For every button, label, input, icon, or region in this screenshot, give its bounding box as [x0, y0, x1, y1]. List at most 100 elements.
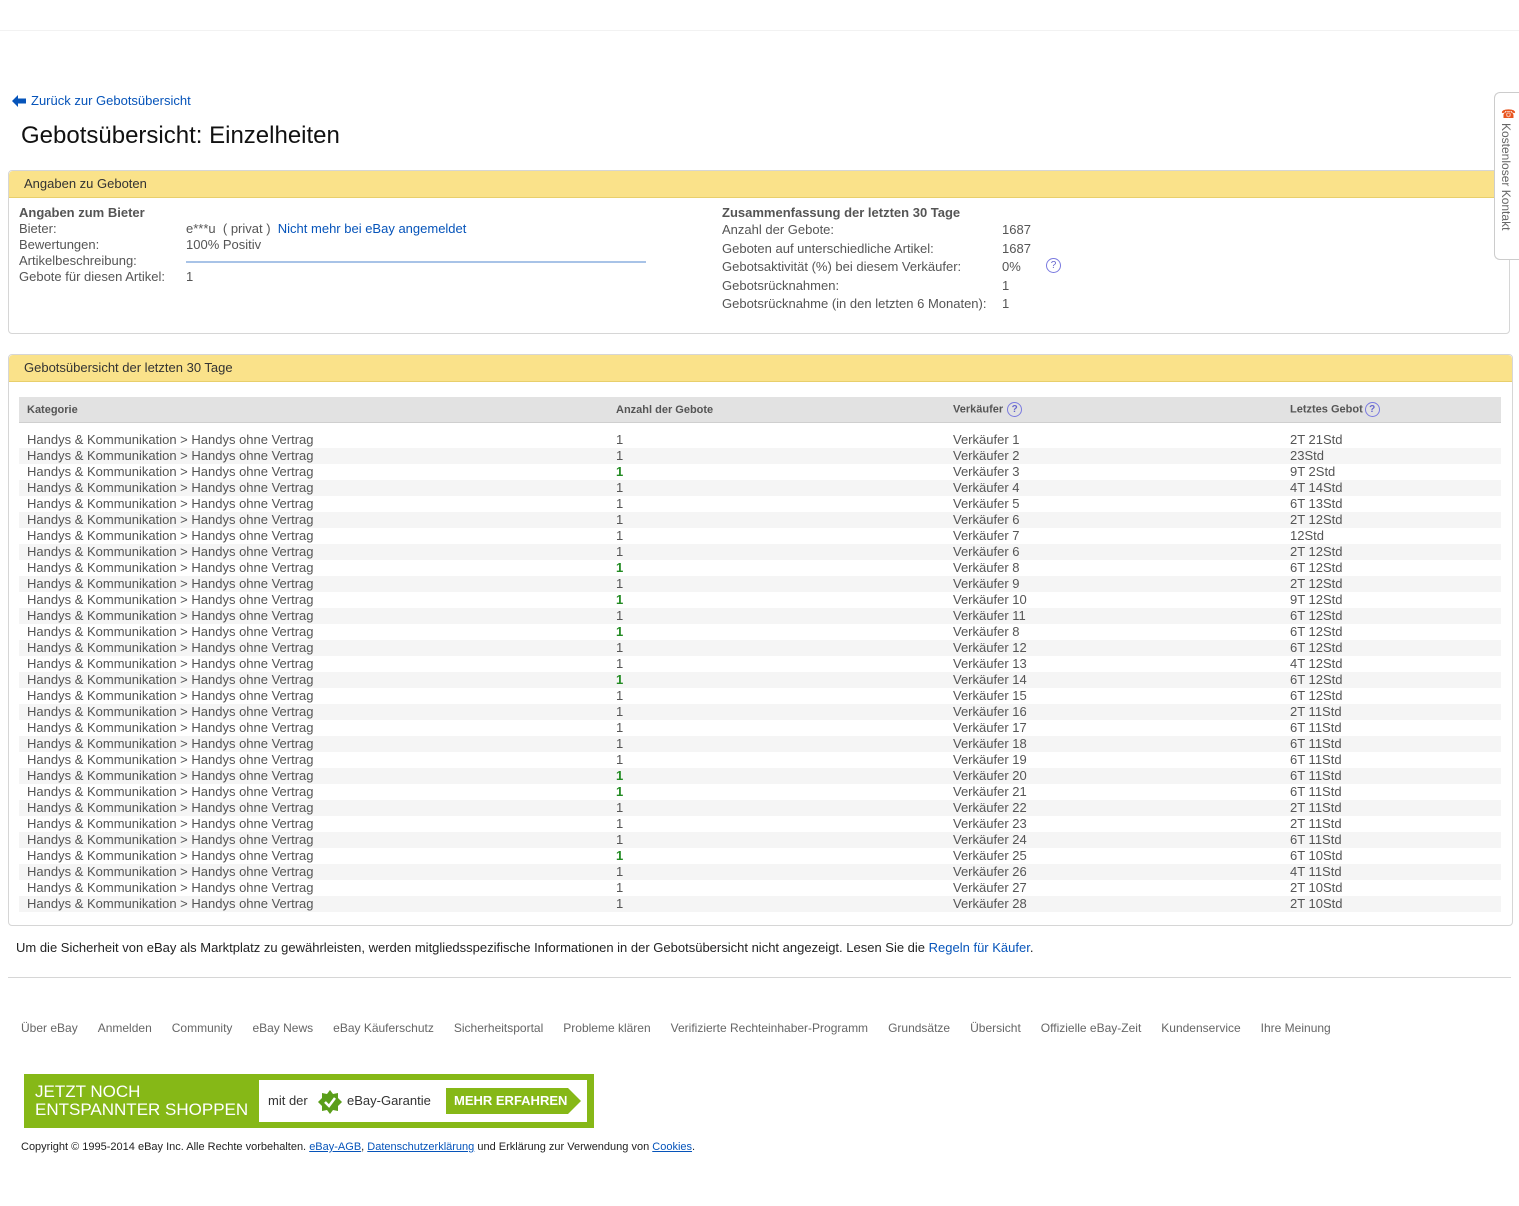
summary-value: 1	[1002, 277, 1010, 293]
seller-cell: Verkäufer 22	[945, 800, 1282, 816]
footer-link[interactable]: Ihre Meinung	[1261, 1021, 1331, 1035]
seller-cell: Verkäufer 8	[953, 624, 1020, 639]
seller-cell: Verkäufer 12	[945, 640, 1282, 656]
table-row: Handys & Kommunikation > Handys ohne Ver…	[19, 528, 1501, 544]
category-cell: Handys & Kommunikation > Handys ohne Ver…	[19, 672, 608, 688]
column-header-seller: Verkäufer?	[945, 397, 1282, 423]
footer-links: Über eBay Anmelden Community eBay News eBay …	[21, 1021, 1351, 1035]
table-row: Handys & Kommunikation > Handys ohne Ver…	[19, 896, 1501, 912]
bidder-status-link[interactable]: Nicht mehr bei eBay angemeldet	[278, 221, 467, 237]
bidder-type: ( privat )	[222, 221, 271, 236]
ebay-guarantee-banner[interactable]: Jetzt noch entspannter shoppen mit der e…	[24, 1074, 594, 1128]
table-row: Handys & Kommunikation > Handys ohne Ver…	[19, 784, 1501, 800]
help-icon[interactable]: ?	[1364, 402, 1380, 417]
seller-cell: Verkäufer 6	[945, 512, 1282, 528]
privacy-link[interactable]: Datenschutzerklärung	[367, 1141, 474, 1153]
footer-link[interactable]: Offizielle eBay-Zeit	[1041, 1021, 1141, 1035]
last-bid-cell: 6T 12Std	[1282, 640, 1501, 656]
bids-cell: 1	[616, 848, 624, 863]
category-cell: Handys & Kommunikation > Handys ohne Ver…	[19, 896, 608, 912]
category-cell: Handys & Kommunikation > Handys ohne Ver…	[19, 544, 608, 560]
table-row: Handys & Kommunikation > Handys ohne Ver…	[19, 880, 1501, 896]
footer-link[interactable]: Verifizierte Rechteinhaber-Programm	[671, 1021, 868, 1035]
seller-cell: Verkäufer 24	[945, 832, 1282, 848]
back-to-overview-link[interactable]: Zurück zur Gebotsübersicht	[12, 93, 191, 108]
item-description-link[interactable]	[186, 253, 646, 263]
seller-cell: Verkäufer 2	[945, 448, 1282, 464]
table-row: Handys & Kommunikation > Handys ohne Ver…	[19, 592, 1501, 608]
bids-cell: 1	[608, 864, 945, 880]
back-link-label[interactable]: Zurück zur Gebotsübersicht	[31, 93, 191, 108]
seller-cell: Verkäufer 27	[953, 880, 1027, 895]
category-cell: Handys & Kommunikation > Handys ohne Ver…	[19, 512, 608, 528]
bids-cell: 1	[608, 800, 945, 816]
footer-link[interactable]: Grundsätze	[888, 1021, 950, 1035]
buyer-rules-link[interactable]: Regeln für Käufer	[929, 940, 1030, 955]
last-bid-cell: 2T 11Std	[1282, 800, 1501, 816]
footer-link[interactable]: eBay Käuferschutz	[333, 1021, 434, 1035]
table-row: Handys & Kommunikation > Handys ohne Ver…	[19, 624, 1501, 640]
table-header-row: Kategorie Anzahl der Gebote Verkäufer? L…	[19, 397, 1501, 423]
category-cell: Handys & Kommunikation > Handys ohne Ver…	[27, 432, 314, 447]
table-row: Handys & Kommunikation > Handys ohne Ver…	[19, 608, 1501, 624]
bids-cell: 1	[616, 432, 624, 447]
seller-cell: Verkäufer 25	[953, 848, 1027, 863]
summary-label: Gebotsrücknahmen:	[722, 277, 840, 293]
free-contact-tab[interactable]: ☎ Kostenloser Kontakt	[1494, 92, 1519, 260]
summary-row: Anzahl der Gebote: 1687	[722, 221, 1061, 240]
last-bid-cell: 2T 11Std	[1282, 704, 1501, 720]
bids-cell: 1	[608, 672, 945, 688]
footer-link[interactable]: Probleme klären	[563, 1021, 650, 1035]
category-cell: Handys & Kommunikation > Handys ohne Ver…	[27, 752, 314, 767]
seller-cell: Verkäufer 26	[945, 864, 1282, 880]
seller-cell: Verkäufer 10	[953, 592, 1027, 607]
table-row: Handys & Kommunikation > Handys ohne Ver…	[19, 496, 1501, 512]
footer-link[interactable]: Community	[172, 1021, 233, 1035]
last-bid-cell: 6T 11Std	[1282, 736, 1501, 752]
footer-link[interactable]: Kundenservice	[1161, 1021, 1240, 1035]
last-bid-cell: 6T 12Std	[1290, 688, 1343, 703]
seller-cell: Verkäufer 28	[945, 896, 1282, 912]
learn-more-button[interactable]: MEHR ERFAHREN	[446, 1088, 581, 1114]
bids-cell: 1	[608, 896, 945, 912]
bids-cell: 1	[616, 784, 624, 799]
last-bid-cell: 6T 12Std	[1282, 608, 1501, 624]
category-cell: Handys & Kommunikation > Handys ohne Ver…	[27, 528, 314, 543]
footer-link[interactable]: Sicherheitsportal	[454, 1021, 543, 1035]
table-row: Handys & Kommunikation > Handys ohne Ver…	[19, 640, 1501, 656]
footer-link[interactable]: Übersicht	[970, 1021, 1021, 1035]
bids-item-row: Gebote für diesen Artikel: 1	[19, 269, 646, 285]
banner-guarantee-label: eBay-Garantie	[347, 1093, 431, 1108]
agb-link[interactable]: eBay-AGB	[309, 1141, 361, 1153]
category-cell: Handys & Kommunikation > Handys ohne Ver…	[19, 832, 608, 848]
seller-cell: Verkäufer 14	[945, 672, 1282, 688]
seller-cell: Verkäufer 6	[945, 544, 1282, 560]
help-icon[interactable]: ?	[1046, 258, 1061, 273]
cookies-link[interactable]: Cookies	[652, 1141, 692, 1153]
bids-cell: 1	[616, 496, 624, 511]
security-note-end: .	[1029, 940, 1034, 955]
bid-info-header: Angaben zu Geboten	[9, 171, 1509, 198]
ratings-label: Bewertungen:	[19, 237, 100, 252]
bids-cell: 1	[616, 624, 624, 639]
table-row: Handys & Kommunikation > Handys ohne Ver…	[19, 832, 1501, 848]
table-row: Handys & Kommunikation > Handys ohne Ver…	[19, 752, 1501, 768]
last-bid-cell: 6T 12Std	[1290, 560, 1343, 575]
footer-link[interactable]: Über eBay	[21, 1021, 78, 1035]
table-row: Handys & Kommunikation > Handys ohne Ver…	[19, 464, 1501, 480]
bids-cell: 1	[608, 480, 945, 496]
banner-headline: Jetzt noch entspannter shoppen	[35, 1083, 248, 1119]
help-icon[interactable]: ?	[1007, 402, 1023, 417]
table-row: Handys & Kommunikation > Handys ohne Ver…	[19, 576, 1501, 592]
category-cell: Handys & Kommunikation > Handys ohne Ver…	[19, 736, 608, 752]
seller-cell: Verkäufer 11	[945, 608, 1282, 624]
summary-row: Gebotsaktivität (%) bei diesem Verkäufer…	[722, 258, 1061, 277]
footer-link[interactable]: eBay News	[252, 1021, 313, 1035]
last-bid-cell: 2T 12Std	[1282, 512, 1501, 528]
copyright-prefix: Copyright © 1995-2014 eBay Inc. Alle Rec…	[21, 1141, 307, 1153]
seller-cell: Verkäufer 20	[945, 768, 1282, 784]
footer-link[interactable]: Anmelden	[98, 1021, 152, 1035]
category-cell: Handys & Kommunikation > Handys ohne Ver…	[19, 640, 608, 656]
last-bid-cell: 9T 12Std	[1290, 592, 1343, 607]
summary-label: Anzahl der Gebote:	[722, 222, 835, 237]
